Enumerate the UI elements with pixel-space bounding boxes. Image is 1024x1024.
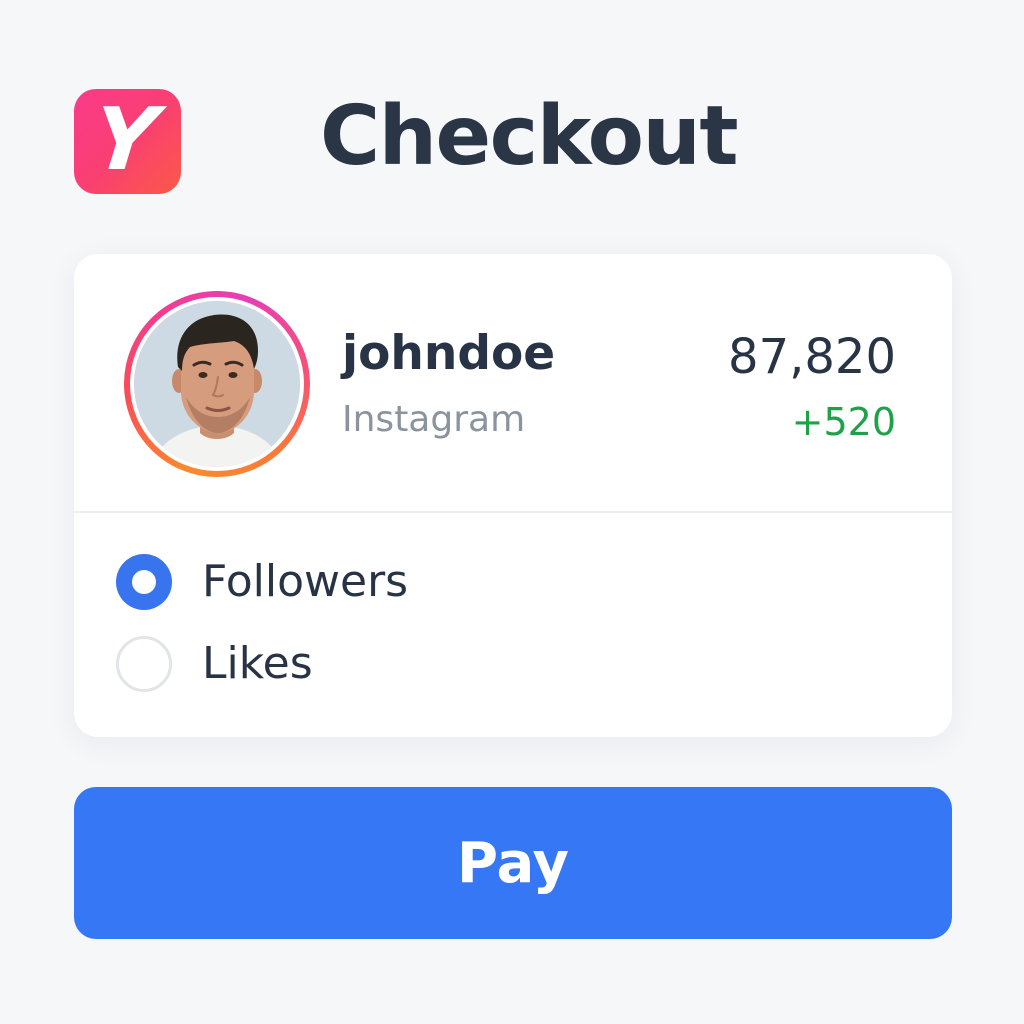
option-label: Followers <box>202 556 409 607</box>
avatar <box>124 291 310 477</box>
option-likes[interactable]: Likes <box>116 634 313 694</box>
app-logo: Y <box>74 89 181 194</box>
card-divider <box>74 511 952 513</box>
app-logo-letter: Y <box>89 89 162 190</box>
platform-label: Instagram <box>342 399 526 440</box>
order-card: johndoe Instagram 87,820 +520 Followers … <box>74 254 952 737</box>
profile-photo-icon <box>134 301 300 467</box>
username: johndoe <box>342 326 556 381</box>
option-followers[interactable]: Followers <box>116 552 408 612</box>
likes-radio[interactable] <box>116 636 172 692</box>
follower-count: 87,820 <box>728 329 896 385</box>
page-title: Checkout <box>320 89 739 184</box>
followers-radio[interactable] <box>116 554 172 610</box>
option-label: Likes <box>202 638 313 689</box>
pay-button[interactable]: Pay <box>74 787 952 939</box>
count-increase: +520 <box>791 400 896 444</box>
